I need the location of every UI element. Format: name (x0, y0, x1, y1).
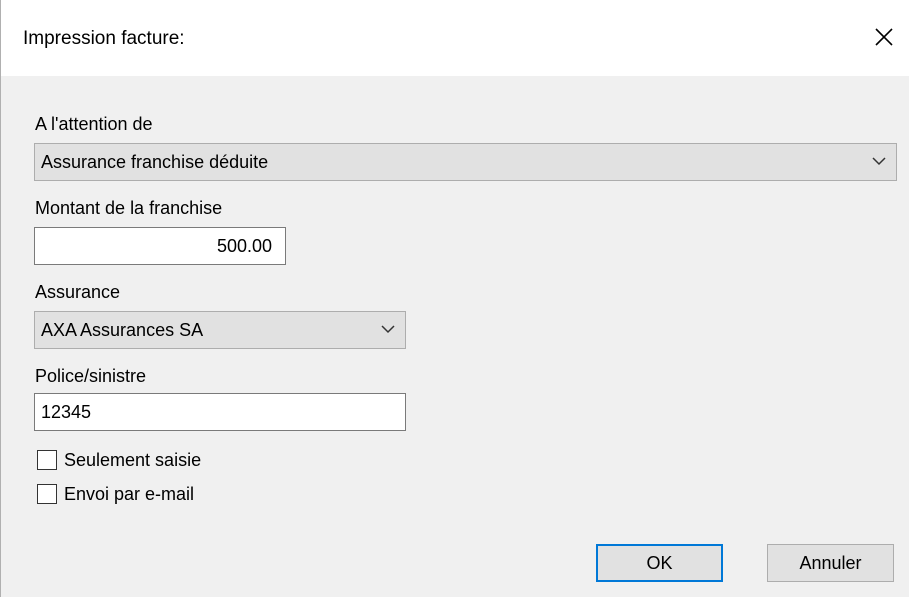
cancel-button[interactable]: Annuler (767, 544, 894, 582)
send-email-label[interactable]: Envoi par e-mail (64, 484, 194, 505)
ok-button[interactable]: OK (596, 544, 723, 582)
insurer-label: Assurance (35, 282, 121, 302)
print-invoice-dialog: Impression facture: A l'attention de Ass… (0, 0, 909, 597)
deductible-amount-value: 500.00 (216, 235, 272, 256)
close-button[interactable] (865, 18, 903, 56)
deductible-amount-input[interactable]: 500.00 (34, 227, 286, 265)
recipient-select-value: Assurance franchise déduite (41, 151, 269, 172)
recipient-label: A l'attention de (35, 114, 153, 134)
entry-only-label[interactable]: Seulement saisie (64, 450, 201, 471)
policy-claim-value: 12345 (41, 401, 92, 422)
dialog-title: Impression facture: (23, 28, 185, 49)
policy-claim-input[interactable]: 12345 (34, 393, 406, 431)
deductible-label: Montant de la franchise (35, 198, 223, 218)
title-bar[interactable]: Impression facture: (1, 0, 909, 76)
cancel-button-label: Annuler (799, 552, 862, 573)
close-icon (875, 28, 893, 46)
insurer-select[interactable]: AXA Assurances SA (34, 311, 406, 349)
insurer-select-value: AXA Assurances SA (41, 319, 204, 340)
policy-label: Police/sinistre (35, 366, 147, 386)
recipient-select[interactable]: Assurance franchise déduite (34, 143, 897, 181)
chevron-down-icon (381, 325, 395, 334)
ok-button-label: OK (646, 552, 673, 573)
entry-only-checkbox[interactable] (37, 450, 57, 470)
send-email-checkbox[interactable] (37, 484, 57, 504)
chevron-down-icon (872, 157, 886, 166)
